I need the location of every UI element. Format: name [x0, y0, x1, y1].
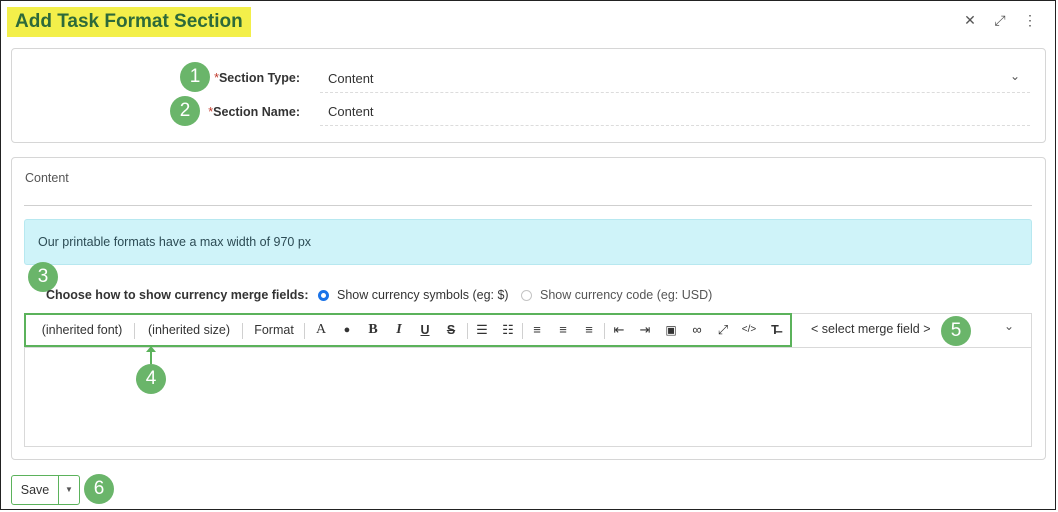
strikethrough-icon[interactable]: S — [440, 315, 462, 345]
dialog-title: Add Task Format Section — [7, 7, 251, 37]
link-icon[interactable]: ∞ — [686, 315, 708, 345]
editor-content-area[interactable] — [24, 347, 1032, 447]
section-type-label: *Section Type: — [214, 71, 300, 85]
toolbar-separator — [304, 323, 305, 339]
currency-label: Choose how to show currency merge fields… — [46, 288, 309, 302]
align-center-icon[interactable]: ≡ — [552, 315, 574, 345]
font-size-dropdown[interactable]: (inherited size) — [140, 315, 238, 345]
toolbar-separator — [522, 323, 523, 339]
merge-field-select[interactable]: < select merge field > — [811, 322, 931, 336]
fullscreen-icon[interactable]: ⤢ — [712, 315, 734, 345]
save-split-button: Save ▼ — [11, 475, 80, 505]
expand-icon[interactable]: ⤢ — [991, 12, 1009, 29]
section-type-select[interactable]: Content — [328, 71, 374, 86]
align-right-icon[interactable]: ≡ — [578, 315, 600, 345]
more-options-icon[interactable]: ⋮ — [1021, 12, 1039, 29]
toolbar-separator — [604, 323, 605, 339]
callout-6: 6 — [84, 474, 114, 504]
chevron-down-icon[interactable]: ⌄ — [1010, 69, 1020, 83]
section-type-underline — [320, 92, 1030, 93]
content-divider — [24, 205, 1032, 206]
indent-icon[interactable]: ⇥ — [634, 315, 656, 345]
chevron-down-icon[interactable]: ⌄ — [1004, 319, 1014, 333]
close-icon[interactable]: ✕ — [961, 12, 979, 29]
currency-symbol-option[interactable]: Show currency symbols (eg: $) — [337, 288, 509, 302]
save-button[interactable]: Save — [12, 476, 58, 504]
font-color-icon[interactable]: A — [310, 315, 332, 345]
toolbar-separator — [134, 323, 135, 339]
italic-icon[interactable]: I — [388, 315, 410, 345]
ordered-list-icon[interactable]: ☰ — [471, 315, 493, 345]
caret-down-icon[interactable]: ▼ — [59, 476, 79, 504]
callout-4: 4 — [136, 364, 166, 394]
clear-format-icon[interactable]: T̶ — [764, 315, 786, 345]
underline-icon[interactable]: U — [414, 315, 436, 345]
background-color-icon[interactable]: ● — [336, 315, 358, 345]
section-details-card — [11, 48, 1046, 143]
align-left-icon[interactable]: ≡ — [526, 315, 548, 345]
currency-code-option[interactable]: Show currency code (eg: USD) — [540, 288, 712, 302]
toolbar-separator — [242, 323, 243, 339]
format-dropdown[interactable]: Format — [248, 315, 300, 345]
toolbar-separator — [467, 323, 468, 339]
editor-toolbar: (inherited font) (inherited size) Format… — [24, 313, 792, 347]
section-name-input[interactable]: Content — [328, 104, 374, 119]
image-icon[interactable]: ▣ — [660, 315, 682, 345]
callout-4-arrow — [146, 346, 156, 364]
currency-code-radio[interactable] — [521, 290, 532, 301]
currency-symbol-radio[interactable] — [318, 290, 329, 301]
info-alert: Our printable formats have a max width o… — [24, 219, 1032, 265]
font-family-dropdown[interactable]: (inherited font) — [30, 315, 134, 345]
callout-5: 5 — [941, 316, 971, 346]
section-name-underline — [320, 125, 1030, 126]
outdent-icon[interactable]: ⇤ — [608, 315, 630, 345]
section-name-label: *Section Name: — [208, 105, 300, 119]
bold-icon[interactable]: B — [362, 315, 384, 345]
unordered-list-icon[interactable]: ☷ — [497, 315, 519, 345]
content-heading: Content — [25, 171, 69, 185]
source-code-icon[interactable]: </> — [738, 315, 760, 345]
